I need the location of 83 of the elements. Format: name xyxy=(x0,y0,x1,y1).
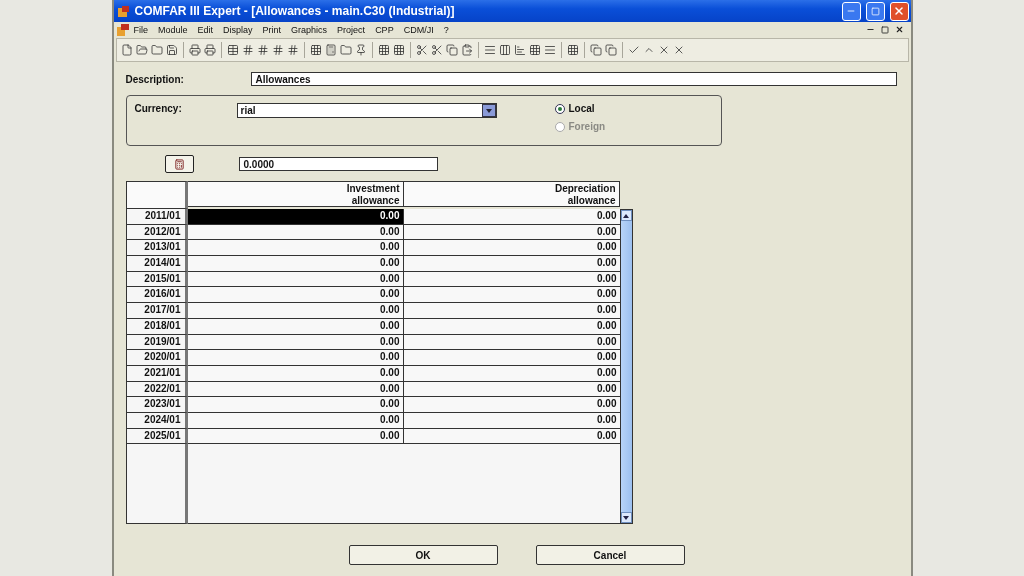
app-logo-icon xyxy=(116,4,130,18)
copy-icon[interactable] xyxy=(445,44,458,56)
table-cell[interactable]: 0.00 xyxy=(187,256,404,272)
paste-icon[interactable] xyxy=(460,44,473,56)
row-header: 2020/01 xyxy=(125,350,188,366)
menu-item[interactable]: ? xyxy=(438,24,454,35)
cancel-button[interactable]: Cancel xyxy=(535,545,685,566)
calculator-button[interactable] xyxy=(164,155,194,173)
lines-icon[interactable] xyxy=(543,44,556,56)
hash-icon[interactable] xyxy=(241,44,254,56)
menu-item[interactable]: File xyxy=(128,24,153,35)
menu-item[interactable]: Module xyxy=(153,24,193,35)
dropdown-arrow-icon xyxy=(485,108,492,113)
menu-item[interactable]: Display xyxy=(218,24,258,35)
description-field[interactable]: Allowances xyxy=(250,72,897,86)
folder-icon[interactable] xyxy=(135,44,148,56)
menu-item[interactable]: Edit xyxy=(192,24,219,35)
column-header: Investment allowance xyxy=(187,181,404,207)
save-icon[interactable] xyxy=(165,44,178,56)
calculator-icon[interactable] xyxy=(324,44,337,56)
table-cell[interactable]: 0.00 xyxy=(403,350,620,366)
pin-icon[interactable] xyxy=(354,44,367,56)
table-cell[interactable]: 0.00 xyxy=(403,397,620,413)
table-corner xyxy=(125,181,188,209)
description-label: Description: xyxy=(125,73,185,85)
window-title: COMFAR III Expert - [Allowances - main.C30 (Industrial)] xyxy=(134,4,456,18)
close-icon[interactable] xyxy=(894,25,904,34)
table-cell[interactable]: 0.00 xyxy=(187,397,404,413)
close-button[interactable] xyxy=(889,1,909,21)
table-cell[interactable]: 0.00 xyxy=(187,303,404,319)
row-header: 2016/01 xyxy=(125,287,188,304)
column-header: Depreciation allowance xyxy=(403,181,620,207)
grid-icon[interactable] xyxy=(528,44,541,56)
table-cell[interactable]: 0.00 xyxy=(403,303,620,319)
menu-item[interactable]: CPP xyxy=(370,24,399,35)
cut-icon[interactable] xyxy=(415,44,428,56)
table-cell[interactable]: 0.00 xyxy=(187,350,404,366)
printer-icon[interactable] xyxy=(203,44,216,56)
columns-icon[interactable] xyxy=(498,44,511,56)
table-cell[interactable]: 0.00 xyxy=(403,209,620,225)
table-cell[interactable]: 0.00 xyxy=(403,256,620,272)
document-icon[interactable] xyxy=(589,44,602,56)
table-icon[interactable] xyxy=(226,44,239,56)
row-header: 2017/01 xyxy=(125,303,188,319)
document-icon[interactable] xyxy=(604,44,617,56)
calculator-icon xyxy=(173,158,185,170)
table-cell[interactable]: 0.00 xyxy=(187,287,404,304)
menu-item[interactable]: CDM/JI xyxy=(398,24,439,35)
row-header: 2011/01 xyxy=(125,209,188,225)
table-cell[interactable]: 0.00 xyxy=(187,240,404,257)
row-header: 2014/01 xyxy=(125,256,188,272)
table-cell[interactable]: 0.00 xyxy=(187,209,404,225)
chart-icon[interactable] xyxy=(513,44,526,56)
menu-item[interactable]: Print xyxy=(257,24,287,35)
new-file-icon[interactable] xyxy=(120,44,133,56)
row-header: 2013/01 xyxy=(125,240,188,257)
minimize-button[interactable] xyxy=(841,1,861,21)
row-header: 2023/01 xyxy=(125,397,188,413)
rows-icon[interactable] xyxy=(483,44,496,56)
currency-dropdown[interactable]: rial xyxy=(236,103,497,118)
cut-icon[interactable] xyxy=(430,44,443,56)
table-cell[interactable]: 0.00 xyxy=(403,240,620,257)
ok-button[interactable]: OK xyxy=(348,545,498,566)
close-icon xyxy=(893,5,905,17)
folder-icon[interactable] xyxy=(339,44,352,56)
menu-item[interactable]: Project xyxy=(332,24,371,35)
currency-label: Currency: xyxy=(134,103,183,116)
rate-field[interactable]: 0.0000 xyxy=(238,157,438,171)
hash-icon[interactable] xyxy=(286,44,299,56)
printer-icon[interactable] xyxy=(188,44,201,56)
currency-radio[interactable]: Local xyxy=(554,103,606,114)
hash-icon[interactable] xyxy=(271,44,284,56)
menu-item[interactable]: Graphics xyxy=(286,24,333,35)
table-cell[interactable]: 0.00 xyxy=(403,287,620,304)
restore-button[interactable] xyxy=(865,1,885,21)
folder-icon[interactable] xyxy=(150,44,163,56)
app-logo-icon xyxy=(116,23,129,36)
grid-icon[interactable] xyxy=(566,44,579,56)
grid-icon[interactable] xyxy=(377,44,390,56)
grid-icon[interactable] xyxy=(309,44,322,56)
grid-icon[interactable] xyxy=(392,44,405,56)
check-icon[interactable] xyxy=(627,44,640,56)
hash-icon[interactable] xyxy=(256,44,269,56)
